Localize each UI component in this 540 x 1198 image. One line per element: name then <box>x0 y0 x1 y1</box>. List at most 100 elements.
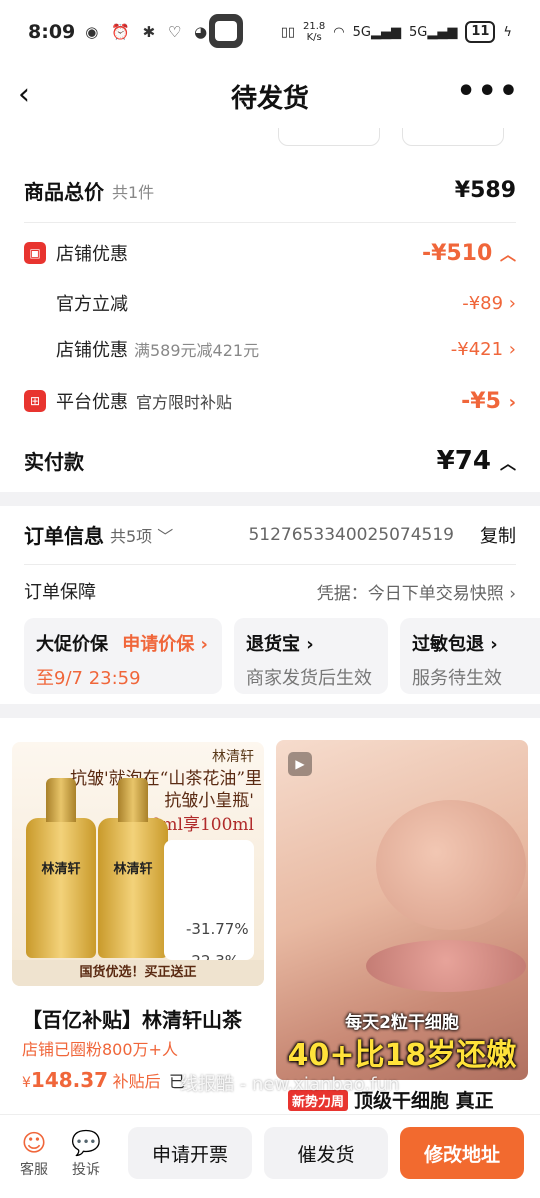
change-address-button[interactable]: 修改地址 <box>400 1127 524 1179</box>
shop-discount-label: 店铺优惠 <box>56 244 128 265</box>
guarantee-row[interactable]: 订单保障 凭据：今日下单交易快照 › <box>24 578 516 604</box>
platform-label: 平台优惠 <box>56 392 128 413</box>
hidden-action-button[interactable] <box>278 128 380 146</box>
battery-icon: 11 <box>465 21 496 43</box>
items-count[interactable]: 共5项 ﹀ <box>110 523 173 547</box>
more-dots-icon[interactable]: ••• <box>456 74 520 109</box>
chevron-up-icon: ︿ <box>499 244 516 264</box>
chevron-right-icon: › <box>508 292 516 314</box>
shop-icon: ▣ <box>24 242 46 264</box>
urge-ship-button[interactable]: 催发货 <box>264 1127 388 1179</box>
shop-coupon-label: 店铺优惠 <box>56 340 128 361</box>
service-label: 客服 <box>20 1162 48 1178</box>
divider <box>24 222 516 223</box>
tile-allergy-return[interactable]: 过敏包退 › 服务待生效 <box>400 618 540 694</box>
platform-discount-row[interactable]: ⊞ 平台优惠 官方限时补贴 -¥5 › <box>24 388 516 414</box>
bottom-action-bar: ☺ 客服 💬 投诉 申请开票 催发货 修改地址 <box>0 1114 540 1198</box>
recommend-feed: 林清轩 抗皱'就泡在“山茶花油”里 抗皱小皇瓶' 买50ml享100ml 林清轩… <box>0 718 540 1114</box>
shop-discount-value: -¥510 ︿ <box>421 240 516 266</box>
total-count: 共1件 <box>112 182 155 202</box>
video-card[interactable]: ▶ 每天2粒干细胞 40+比18岁还嫩 <box>276 740 528 1080</box>
official-cut-value: -¥89 › <box>462 292 516 314</box>
platform-icon: ⊞ <box>24 390 46 412</box>
net-speed-value: 21.8 <box>303 21 326 32</box>
product-box-image <box>164 840 254 960</box>
tile-title: 大促价保 <box>36 634 108 655</box>
tile-detail: 服务待生效 <box>412 668 502 689</box>
status-right-icons: ▯▯ 21.8 K/s ◠ 5G▂▄▆ 5G▂▄▆ 11 ϟ <box>281 0 512 64</box>
tile-detail: 商家发货后生效 <box>246 668 372 689</box>
network-type-label: 5G <box>352 24 371 40</box>
charging-icon: ϟ <box>503 24 512 40</box>
complain-label: 投诉 <box>72 1162 100 1178</box>
chevron-right-icon: › <box>508 391 516 413</box>
video-caption-2: 40+比18岁还嫩 <box>287 1038 517 1073</box>
signal-icon-2: 5G▂▄▆ <box>408 24 458 40</box>
img-line2: 抗皱小皇瓶' <box>164 791 254 811</box>
shop-coupon-value: -¥421 › <box>450 338 516 360</box>
shop-coupon-desc: 满589元减421元 <box>134 341 260 360</box>
chevron-up-icon: ︿ <box>499 453 516 473</box>
paid-row[interactable]: 实付款 ¥74 ︿ <box>24 445 516 476</box>
net-speed-unit: K/s <box>306 32 322 43</box>
proof-link[interactable]: 凭据：今日下单交易快照 › <box>317 579 516 604</box>
copy-button[interactable]: 复制 <box>480 522 516 548</box>
img-footer: 国货优选！买正送正 <box>12 960 264 986</box>
tile-title: 退货宝 <box>246 634 300 655</box>
invoice-button[interactable]: 申请开票 <box>128 1127 252 1179</box>
watermark: 线报酷 - new.xianbao.fun <box>180 1074 400 1095</box>
network-type-label-2: 5G <box>408 24 428 40</box>
divider <box>24 564 516 565</box>
complain-button[interactable]: 💬 投诉 <box>66 1129 106 1179</box>
tile-price-protect[interactable]: 大促价保 申请价保 › 至9/7 23:59 <box>24 618 222 694</box>
product-title[interactable]: 【百亿补贴】林清轩山茶 <box>22 1004 242 1033</box>
bottle-label: 林清轩 <box>113 862 153 877</box>
nav-bar: ‹ 待发货 ••• <box>0 64 540 128</box>
img-stat1: -31.77% <box>186 920 249 938</box>
order-info-label: 订单信息 <box>24 524 104 548</box>
platform-desc: 官方限时补贴 <box>136 393 233 412</box>
tile-title-row: 大促价保 申请价保 › <box>36 630 222 656</box>
service-face-icon: ☺ <box>21 1129 47 1157</box>
price-symbol: ¥ <box>22 1075 31 1091</box>
floating-app-icon[interactable] <box>209 14 243 48</box>
chevron-down-icon: ﹀ <box>157 526 174 546</box>
product-price: ¥148.37 补贴后 已 <box>22 1068 185 1092</box>
service-button[interactable]: ☺ 客服 <box>14 1129 54 1179</box>
price-suffix: 补贴后 <box>112 1072 161 1091</box>
order-info-row: 订单信息 共5项 ﹀ 5127653340025074519 复制 <box>24 520 516 549</box>
official-cut-label: 官方立减 <box>56 294 128 315</box>
product-sales: 店铺已圈粉800万+人 <box>22 1040 178 1059</box>
tile-title: 过敏包退 <box>412 634 484 655</box>
shop-coupon-row[interactable]: 店铺优惠 满589元减421元 -¥421 › <box>56 336 516 362</box>
bottle-label: 林清轩 <box>41 862 81 877</box>
face-image <box>376 800 526 930</box>
total-price-row: 商品总价 共1件 ¥589 <box>24 176 516 205</box>
chevron-right-icon: › <box>509 583 516 604</box>
apply-price-protect-link[interactable]: 申请价保 › <box>122 634 208 655</box>
net-speed: 21.8 K/s <box>303 21 325 43</box>
product-image[interactable]: 林清轩 抗皱'就泡在“山茶花油”里 抗皱小皇瓶' 买50ml享100ml 林清轩… <box>12 742 264 986</box>
play-icon[interactable]: ▶ <box>288 752 312 776</box>
wifi-icon: ◠ <box>333 24 345 40</box>
order-info-card: 订单信息 共5项 ﹀ 5127653340025074519 复制 订单保障 凭… <box>0 506 540 704</box>
shop-discount-row[interactable]: ▣ 店铺优惠 -¥510 ︿ <box>24 240 516 266</box>
chevron-right-icon: › <box>508 338 516 360</box>
tile-return-insurance[interactable]: 退货宝 › 商家发货后生效 <box>234 618 388 694</box>
paid-value: ¥74 ︿ <box>436 445 516 476</box>
lips-image <box>366 940 526 992</box>
complain-chat-icon: 💬 <box>71 1129 101 1157</box>
order-number: 5127653340025074519 <box>248 524 454 545</box>
price-summary-card: 商品总价 共1件 ¥589 ▣ 店铺优惠 -¥510 ︿ 官方立减 -¥89 ›… <box>0 128 540 492</box>
back-chevron-icon[interactable]: ‹ <box>18 78 30 112</box>
guarantee-label: 订单保障 <box>24 582 96 603</box>
hidden-action-button-2[interactable] <box>402 128 504 146</box>
tile-detail: 至9/7 23:59 <box>36 668 141 689</box>
signal-icon-1: 5G▂▄▆ <box>352 24 401 40</box>
platform-value: -¥5 › <box>461 388 516 414</box>
official-cut-row[interactable]: 官方立减 -¥89 › <box>56 290 516 316</box>
vibrate-icon: ▯▯ <box>280 24 295 40</box>
paid-label: 实付款 <box>24 450 84 474</box>
status-notification-icons: ◉ ⏰ ✱ ♡ ◕ <box>85 23 212 41</box>
bottle-image: 林清轩 <box>26 778 96 958</box>
